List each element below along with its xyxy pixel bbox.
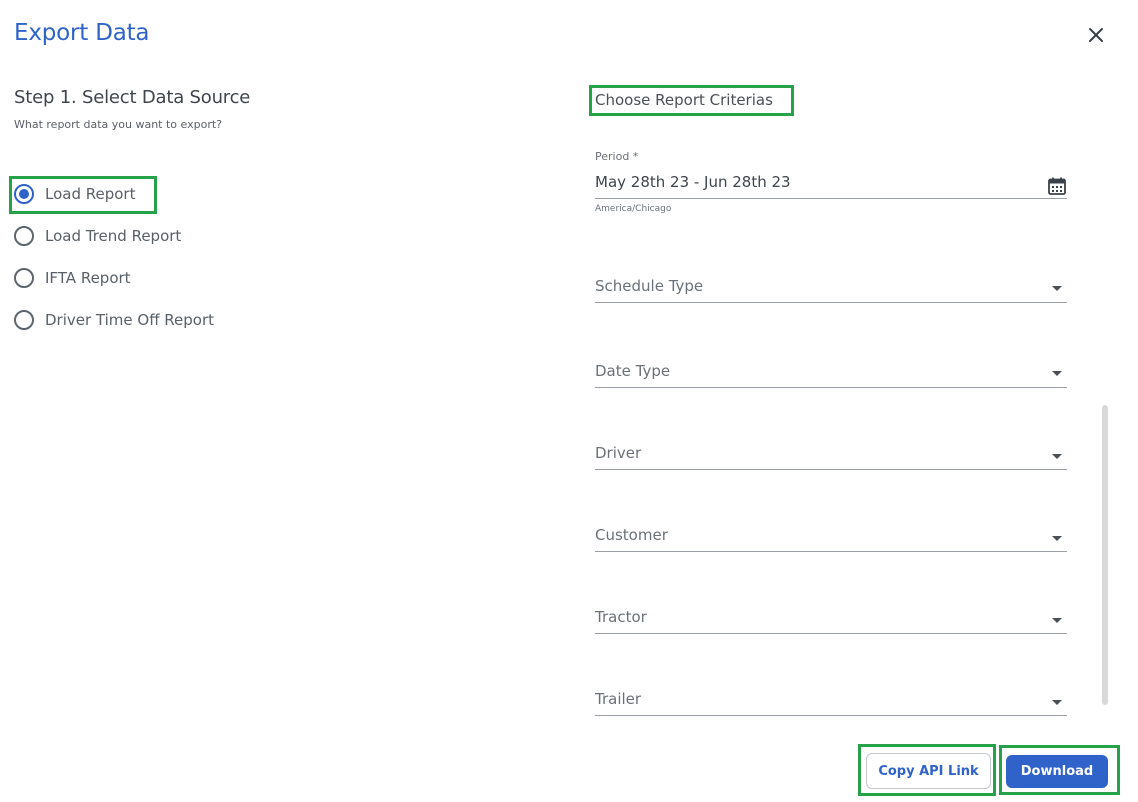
chevron-down-icon	[1052, 286, 1062, 291]
scrollbar[interactable]	[1102, 405, 1108, 705]
radio-load-report[interactable]: Load Report	[14, 184, 135, 204]
copy-api-link-button[interactable]: Copy API Link	[866, 753, 991, 789]
radio-unchecked-icon	[14, 226, 34, 246]
calendar-icon[interactable]	[1047, 176, 1067, 196]
chevron-down-icon	[1052, 618, 1062, 623]
chevron-down-icon	[1052, 371, 1062, 376]
radio-ifta-report[interactable]: IFTA Report	[14, 268, 131, 288]
dialog-title: Export Data	[14, 20, 150, 46]
radio-driver-time-off-report[interactable]: Driver Time Off Report	[14, 310, 214, 330]
criteria-title: Choose Report Criterias	[595, 91, 773, 109]
select-placeholder: Date Type	[595, 362, 671, 380]
period-label: Period *	[595, 150, 639, 163]
select-placeholder: Trailer	[595, 690, 642, 708]
customer-select[interactable]: Customer	[595, 519, 1067, 552]
radio-label: Load Trend Report	[45, 227, 182, 245]
trailer-select[interactable]: Trailer	[595, 683, 1067, 716]
driver-select[interactable]: Driver	[595, 437, 1067, 470]
period-value: May 28th 23 - Jun 28th 23	[595, 173, 791, 191]
radio-label: Load Report	[45, 185, 136, 203]
timezone-hint: America/Chicago	[595, 204, 672, 214]
close-button[interactable]	[1086, 25, 1106, 45]
chevron-down-icon	[1052, 454, 1062, 459]
step-title: Step 1. Select Data Source	[14, 87, 251, 108]
period-field[interactable]: Period * May 28th 23 - Jun 28th 23	[595, 148, 1067, 199]
select-placeholder: Tractor	[595, 608, 647, 626]
radio-label: Driver Time Off Report	[45, 311, 215, 329]
step-subtitle: What report data you want to export?	[14, 118, 223, 131]
radio-unchecked-icon	[14, 310, 34, 330]
date-type-select[interactable]: Date Type	[595, 355, 1067, 388]
select-placeholder: Driver	[595, 444, 642, 462]
radio-unchecked-icon	[14, 268, 34, 288]
radio-load-trend-report[interactable]: Load Trend Report	[14, 226, 181, 246]
schedule-type-select[interactable]: Schedule Type	[595, 270, 1067, 303]
select-placeholder: Schedule Type	[595, 277, 704, 295]
close-icon	[1089, 28, 1103, 42]
download-button[interactable]: Download	[1006, 755, 1108, 788]
radio-checked-icon	[14, 184, 34, 204]
radio-label: IFTA Report	[45, 269, 131, 287]
chevron-down-icon	[1052, 700, 1062, 705]
chevron-down-icon	[1052, 536, 1062, 541]
select-placeholder: Customer	[595, 526, 668, 544]
tractor-select[interactable]: Tractor	[595, 601, 1067, 634]
